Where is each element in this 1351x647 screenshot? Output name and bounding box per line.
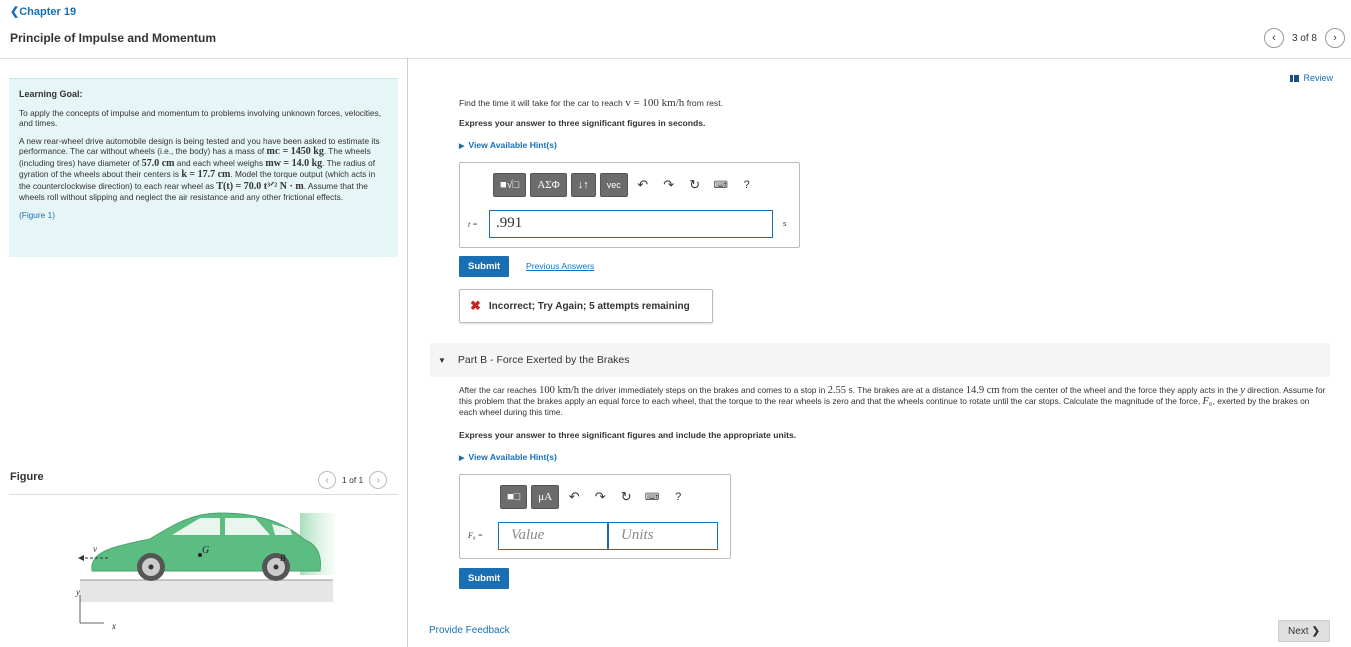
next-problem-button[interactable]: › bbox=[1325, 28, 1345, 48]
road-surface bbox=[80, 580, 333, 602]
panel-divider bbox=[407, 58, 408, 647]
part-a-hint-link[interactable]: ▶ View Available Hint(s) bbox=[459, 140, 557, 150]
learning-goal-panel: Learning Goal: To apply the concepts of … bbox=[9, 78, 398, 257]
templates-button[interactable]: ■√□ bbox=[493, 173, 527, 197]
feedback-text: Incorrect; Try Again; 5 attempts remaini… bbox=[488, 300, 690, 312]
undo-icon[interactable]: ↶ bbox=[632, 174, 654, 196]
part-a-answer-box: ■√□ ΑΣΦ ↓↑ vec ↶ ↷ ↻ ⌨ ? t = .991 s bbox=[459, 162, 800, 248]
next-button[interactable]: Next ❯ bbox=[1278, 620, 1330, 642]
caret-down-icon: ▼ bbox=[438, 355, 446, 365]
part-b-value-input[interactable]: Value bbox=[498, 522, 608, 550]
figure-pager-text: 1 of 1 bbox=[342, 475, 364, 485]
redo-icon[interactable]: ↷ bbox=[658, 174, 680, 196]
label-g: G bbox=[202, 545, 209, 556]
part-a-feedback: ✖ Incorrect; Try Again; 5 attempts remai… bbox=[459, 289, 713, 323]
part-a-toolbar: ■√□ ΑΣΦ ↓↑ vec ↶ ↷ ↻ ⌨ ? bbox=[493, 173, 758, 197]
problem-statement: A new rear-wheel drive automobile design… bbox=[19, 135, 380, 203]
templates-button[interactable]: ■□ bbox=[500, 485, 528, 509]
part-a-variable-label: t = bbox=[468, 220, 478, 229]
label-x: x bbox=[111, 621, 116, 631]
provide-feedback-link[interactable]: Provide Feedback bbox=[429, 625, 510, 636]
figure-pager: ‹ 1 of 1 › bbox=[318, 471, 388, 489]
chevron-right-icon: ❯ bbox=[1311, 625, 1320, 637]
part-a-answer-input[interactable]: .991 bbox=[489, 210, 773, 238]
page-title: Principle of Impulse and Momentum bbox=[10, 31, 217, 45]
keyboard-icon[interactable]: ⌨ bbox=[710, 174, 732, 196]
part-a-submit-button[interactable]: Submit bbox=[459, 256, 510, 277]
part-b-variable-label: F₆ = bbox=[468, 531, 484, 540]
caret-right-icon: ▶ bbox=[459, 143, 465, 150]
part-b-submit-button[interactable]: Submit bbox=[459, 568, 510, 589]
caret-right-icon: ▶ bbox=[459, 455, 465, 462]
help-icon[interactable]: ? bbox=[736, 174, 758, 196]
chevron-left-icon: ❮ bbox=[10, 6, 20, 18]
previous-answers-link[interactable]: Previous Answers bbox=[526, 261, 594, 271]
previous-problem-button[interactable]: ‹ bbox=[1263, 28, 1284, 48]
redo-icon[interactable]: ↷ bbox=[589, 486, 611, 508]
header-divider bbox=[0, 58, 1351, 59]
figure-next-button[interactable]: › bbox=[369, 471, 388, 489]
incorrect-x-icon: ✖ bbox=[470, 298, 481, 313]
reset-icon[interactable]: ↻ bbox=[684, 174, 706, 196]
front-wheel bbox=[137, 553, 165, 581]
label-y: y bbox=[75, 587, 80, 597]
figure-divider bbox=[9, 494, 398, 495]
part-b-header[interactable]: ▼ Part B - Force Exerted by the Brakes bbox=[430, 343, 1330, 377]
review-icon bbox=[1290, 74, 1300, 82]
review-link[interactable]: Review bbox=[1290, 73, 1333, 83]
car-figure: G B v y x bbox=[75, 512, 335, 631]
part-b-answer-box: ■□ μA ↶ ↷ ↻ ⌨ ? F₆ = Value Units bbox=[459, 474, 731, 559]
problem-pager: ‹ 3 of 8 › bbox=[1263, 28, 1345, 48]
part-b-title: Part B - Force Exerted by the Brakes bbox=[457, 354, 630, 366]
part-b-hint-link[interactable]: ▶ View Available Hint(s) bbox=[459, 452, 557, 462]
figure-heading: Figure bbox=[10, 471, 44, 483]
greek-symbols-button[interactable]: ΑΣΦ bbox=[530, 173, 567, 197]
rear-wheel bbox=[262, 553, 290, 581]
label-v: v bbox=[93, 544, 97, 554]
chapter-back-link[interactable]: ❮Chapter 19 bbox=[10, 5, 76, 18]
undo-icon[interactable]: ↶ bbox=[563, 486, 585, 508]
part-a-unit: s bbox=[783, 221, 787, 228]
help-icon[interactable]: ? bbox=[667, 486, 689, 508]
arrows-button[interactable]: ↓↑ bbox=[570, 173, 596, 197]
learning-goal-title: Learning Goal: bbox=[19, 89, 83, 99]
part-b-instruction: Express your answer to three significant… bbox=[459, 430, 797, 440]
reset-icon[interactable]: ↻ bbox=[615, 486, 637, 508]
vector-button[interactable]: vec bbox=[599, 173, 628, 197]
units-mu-button[interactable]: μA bbox=[531, 485, 560, 509]
learning-goal-text: To apply the concepts of impulse and mom… bbox=[19, 107, 382, 129]
part-b-units-input[interactable]: Units bbox=[608, 522, 718, 550]
figure-prev-button[interactable]: ‹ bbox=[318, 471, 336, 489]
part-b-question: After the car reaches 100 km/h the drive… bbox=[459, 385, 1326, 417]
keyboard-icon[interactable]: ⌨ bbox=[641, 486, 663, 508]
part-a-question: Find the time it will take for the car t… bbox=[459, 97, 723, 109]
velocity-arrowhead bbox=[78, 555, 84, 561]
pager-text: 3 of 8 bbox=[1291, 32, 1317, 44]
figure-link[interactable]: (Figure 1) bbox=[19, 210, 55, 220]
part-a-instruction: Express your answer to three significant… bbox=[459, 118, 706, 128]
label-b: B bbox=[280, 553, 286, 563]
part-b-toolbar: ■□ μA ↶ ↷ ↻ ⌨ ? bbox=[500, 485, 689, 509]
